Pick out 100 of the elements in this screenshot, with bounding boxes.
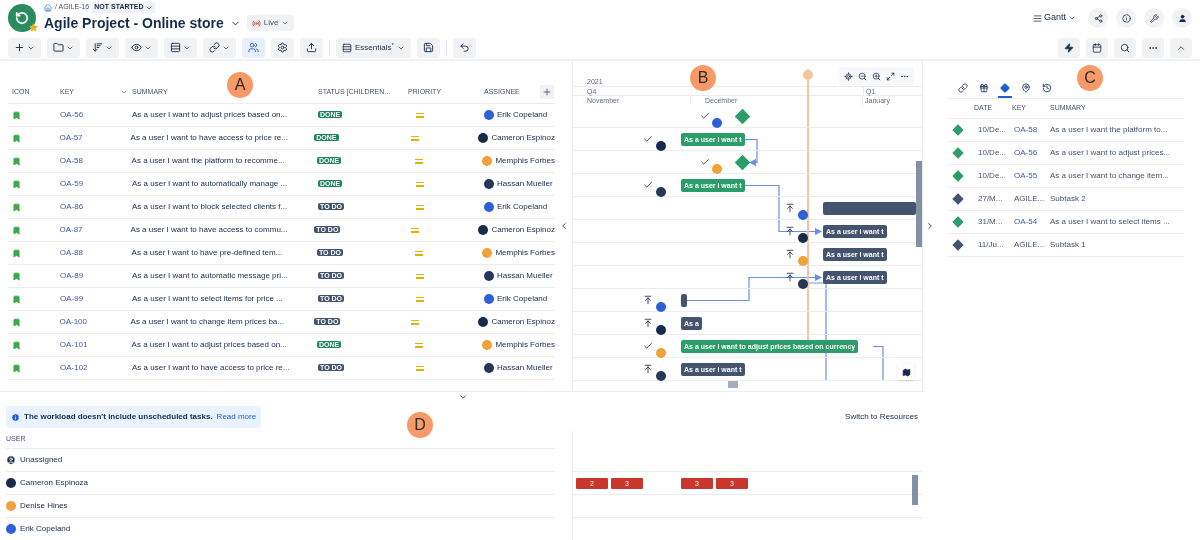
assignee-name: Cameron Espinoz [491,224,555,236]
issue-key[interactable]: OA-88 [59,247,132,259]
assignee-name: Memphis Forbes [495,247,555,259]
user-name[interactable]: Unassigned [20,454,63,466]
assignee-name: Cameron Espinoz [491,132,555,144]
view-dropdown[interactable]: Gantt [1029,11,1080,25]
issue-key[interactable]: OA-89 [60,270,132,282]
scrollbar[interactable] [912,475,918,505]
project-title: Agile Project - Online store [44,13,224,33]
assignee-name: Erik Copeland [497,201,548,213]
list-icon [1033,13,1042,23]
priority-icon [416,273,424,279]
assignee-name: Memphis Forbes [495,339,555,351]
user-name[interactable]: Erik Copeland [20,523,71,535]
upload-button[interactable] [300,37,323,58]
pin-icon [1021,83,1031,93]
folder-button[interactable] [47,37,80,58]
people-icon [248,42,259,53]
zoom-in-icon[interactable] [872,71,881,81]
priority-icon [411,227,420,233]
rows-icon [170,42,181,53]
layout-icon [342,42,352,53]
issue-key[interactable]: OA-87 [59,224,131,236]
save-icon [422,42,434,53]
story-icon [12,202,21,212]
user-icon [6,455,16,465]
issue-key[interactable]: OA-55 [1014,170,1050,182]
plus-icon [542,87,552,97]
issue-summary: As a user I want the platform to... [1050,124,1168,136]
more-button[interactable] [1142,37,1164,58]
info-button[interactable] [1116,8,1136,28]
wrench-button[interactable] [1144,8,1164,28]
story-icon [12,271,21,281]
map-button[interactable] [898,364,914,380]
date-text: 10/De... [978,170,1007,182]
automation-button[interactable] [1058,37,1080,58]
user-name[interactable]: Cameron Espinoza [20,477,89,489]
issue-key[interactable]: OA-58 [1014,124,1050,136]
user-icon [1177,13,1187,23]
settings-button[interactable] [271,37,294,58]
issue-key[interactable]: OA-54 [1014,216,1050,228]
live-button[interactable]: Live [246,15,295,32]
issue-summary: Subtask 1 [1050,239,1086,251]
issue-key[interactable]: OA-58 [59,155,132,167]
priority-icon [416,181,424,187]
issue-key[interactable]: OA-86 [60,201,132,213]
story-icon [12,363,21,373]
user-button[interactable] [1172,8,1192,28]
story-icon [12,133,21,143]
caret-icon [1068,14,1076,22]
eye-button[interactable] [125,37,158,58]
issue-key[interactable]: OA-101 [59,339,132,351]
search-button[interactable] [1114,37,1136,58]
issue-key[interactable]: OA-99 [60,293,132,305]
date-text: 31/M... [978,216,1004,228]
scrollbar[interactable] [916,161,922,247]
user-name[interactable]: Denise Hines [20,500,68,512]
task-bar[interactable] [681,294,687,307]
switch-link[interactable]: Switch to Resources [845,411,918,423]
plus-button[interactable] [8,37,41,58]
story-icon [12,294,21,304]
calendar-button[interactable] [1086,37,1108,58]
zoom-out-icon[interactable] [858,71,867,81]
diamond-tab[interactable] [998,80,1012,98]
expand-icon[interactable] [886,71,895,81]
link-icon [209,42,220,53]
priority-icon [416,204,424,210]
people-button[interactable] [242,37,265,58]
sort-caret-icon[interactable] [120,88,128,96]
rows-button[interactable] [164,37,197,58]
issue-key[interactable]: OA-102 [60,362,132,374]
share-icon [1093,13,1103,23]
eye-icon [131,42,142,53]
priority-icon [414,250,423,256]
issue-key[interactable]: OA-56 [1014,147,1050,159]
issue-key: AGILE... [1014,239,1050,251]
issue-key[interactable]: OA-59 [60,178,132,190]
today-marker[interactable] [803,70,813,80]
undo-button[interactable] [452,37,476,58]
locate-icon[interactable] [844,71,853,81]
callout-marker: A [227,72,253,98]
read-more-link[interactable]: Read more [216,411,257,423]
sort-button[interactable] [86,37,119,58]
preset-dropdown[interactable]: Essentials$^{*}$ [336,37,411,58]
link-button[interactable] [203,37,236,58]
assignee-name: Hassan Mueller [497,270,553,282]
share-button[interactable] [1088,8,1108,28]
undo-icon [458,42,470,53]
map-icon [901,367,911,377]
save-button[interactable] [416,37,440,58]
issue-key[interactable]: OA-56 [60,109,132,121]
logo-icon [8,4,36,32]
issue-key[interactable]: OA-100 [59,316,131,328]
issue-key[interactable]: OA-57 [59,132,131,144]
chevron-down-icon[interactable] [457,392,468,402]
scrollbar[interactable] [728,381,738,388]
broadcast-icon [251,18,261,28]
wrench-icon [1149,13,1159,23]
story-icon [12,179,21,189]
search-icon [1120,42,1130,53]
